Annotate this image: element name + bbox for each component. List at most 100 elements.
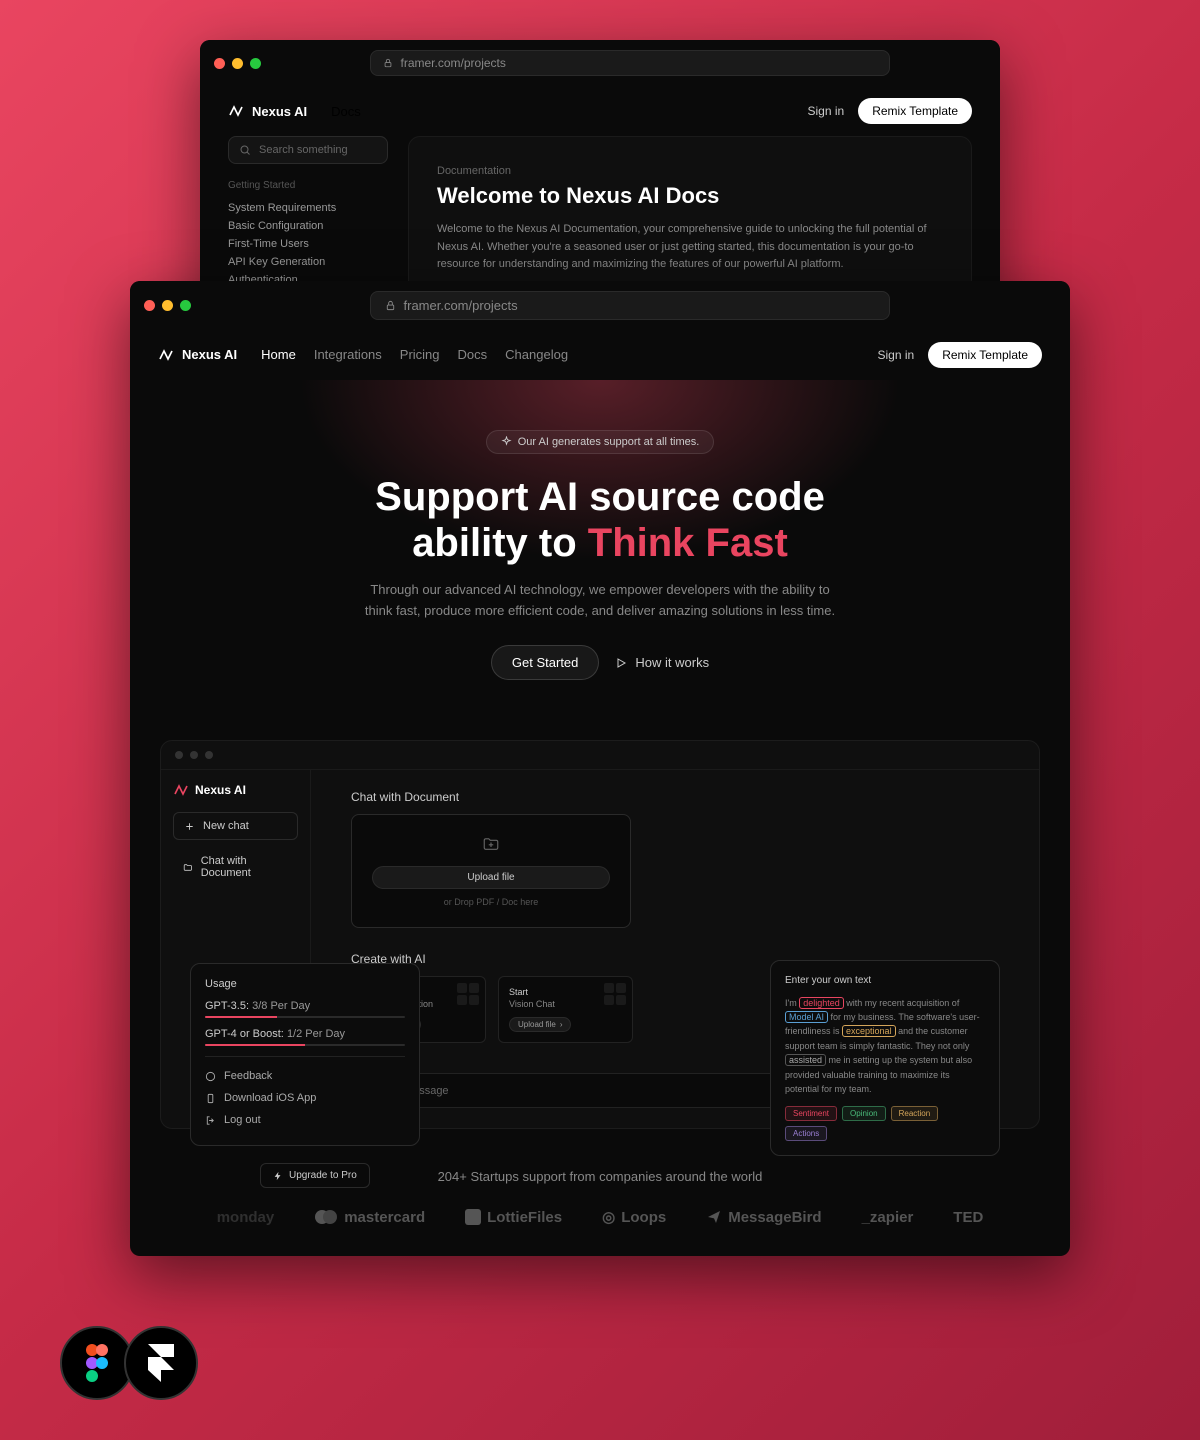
docs-title: Welcome to Nexus AI Docs xyxy=(437,183,943,209)
tag-reaction[interactable]: Reaction xyxy=(891,1106,939,1121)
nav-docs[interactable]: Docs xyxy=(458,347,488,362)
usage-panel: Usage GPT-3.5: 3/8 Per Day GPT-4 or Boos… xyxy=(190,963,420,1146)
lock-icon xyxy=(383,58,393,68)
brand-ted: TED xyxy=(953,1209,983,1226)
folder-icon xyxy=(183,862,193,873)
logo-icon xyxy=(158,347,174,363)
logout-button[interactable]: Log out xyxy=(205,1109,405,1131)
tag-actions[interactable]: Actions xyxy=(785,1126,827,1141)
docs-eyebrow: Documentation xyxy=(437,165,943,177)
brand-name: Nexus AI xyxy=(182,347,237,362)
remix-button[interactable]: Remix Template xyxy=(928,342,1042,368)
minimize-icon[interactable] xyxy=(162,300,173,311)
analyzed-text: I'm delighted with my recent acquisition… xyxy=(785,996,985,1097)
tag-sentiment[interactable]: Sentiment xyxy=(785,1106,837,1121)
landing-window: framer.com/projects Nexus AI Home Integr… xyxy=(130,281,1070,1257)
framer-icon xyxy=(148,1344,174,1382)
hero-subtitle: Through our advanced AI technology, we e… xyxy=(360,580,840,622)
url-text: framer.com/projects xyxy=(401,56,506,70)
signin-link[interactable]: Sign in xyxy=(877,348,914,362)
nav-home[interactable]: Home xyxy=(261,347,296,362)
dot-icon xyxy=(190,751,198,759)
feedback-button[interactable]: Feedback xyxy=(205,1065,405,1087)
loops-icon: ◎ xyxy=(602,1208,615,1226)
brand-lottie: LottieFiles xyxy=(465,1209,562,1226)
traffic-lights xyxy=(214,58,261,69)
tag-opinion[interactable]: Opinion xyxy=(842,1106,886,1121)
figma-badge[interactable] xyxy=(60,1326,134,1400)
highlight-sentiment: delighted xyxy=(799,997,844,1009)
highlight-action: assisted xyxy=(785,1054,826,1066)
url-bar[interactable]: framer.com/projects xyxy=(370,50,890,76)
bolt-icon xyxy=(273,1171,283,1181)
brand-name: Nexus AI xyxy=(252,104,307,119)
sparkle-icon xyxy=(501,436,512,447)
brand-mastercard: mastercard xyxy=(314,1209,425,1226)
dot-icon xyxy=(205,751,213,759)
new-chat-button[interactable]: New chat xyxy=(173,812,298,840)
sidebar-heading: Getting Started xyxy=(228,180,388,191)
upload-badge[interactable]: Upload file › xyxy=(509,1017,571,1032)
docs-tab[interactable]: Docs xyxy=(331,104,361,119)
brand-zapier: _zapier xyxy=(862,1209,914,1226)
get-started-button[interactable]: Get Started xyxy=(491,645,599,680)
sidebar-item[interactable]: System Requirements xyxy=(228,199,388,217)
figma-icon xyxy=(83,1343,111,1383)
brand-logo[interactable]: Nexus AI xyxy=(228,103,307,119)
signin-link[interactable]: Sign in xyxy=(807,104,844,118)
chevron-right-icon: › xyxy=(560,1020,563,1029)
usage-row: GPT-4 or Boost: 1/2 Per Day xyxy=(205,1028,405,1040)
upload-dropzone[interactable]: Upload file or Drop PDF / Doc here xyxy=(351,814,631,928)
vision-chat-card[interactable]: Start Vision Chat Upload file › xyxy=(498,976,633,1043)
nav-integrations[interactable]: Integrations xyxy=(314,347,382,362)
highlight-opinion: exceptional xyxy=(842,1025,896,1037)
hero-accent: Think Fast xyxy=(588,521,788,565)
bird-icon xyxy=(706,1209,722,1225)
brand-logo[interactable]: Nexus AI xyxy=(158,347,237,363)
minimize-icon[interactable] xyxy=(232,58,243,69)
how-it-works-button[interactable]: How it works xyxy=(615,655,709,670)
search-input[interactable]: Search something xyxy=(228,136,388,164)
close-icon[interactable] xyxy=(214,58,225,69)
window-chrome: framer.com/projects xyxy=(130,281,1070,330)
maximize-icon[interactable] xyxy=(180,300,191,311)
nav-pricing[interactable]: Pricing xyxy=(400,347,440,362)
plus-icon xyxy=(184,821,195,832)
close-icon[interactable] xyxy=(144,300,155,311)
usage-bar xyxy=(205,1044,405,1046)
upload-hint: or Drop PDF / Doc here xyxy=(372,897,610,907)
thumbnail-grid xyxy=(457,983,479,1005)
lottie-icon xyxy=(465,1209,481,1225)
logo-icon xyxy=(173,782,189,798)
panel-title: Enter your own text xyxy=(785,975,985,986)
upload-file-button[interactable]: Upload file xyxy=(372,866,610,889)
text-analysis-panel: Enter your own text I'm delighted with m… xyxy=(770,960,1000,1157)
url-bar[interactable]: framer.com/projects xyxy=(370,291,890,320)
maximize-icon[interactable] xyxy=(250,58,261,69)
hero-section: Our AI generates support at all times. S… xyxy=(130,380,1070,711)
logout-icon xyxy=(205,1115,216,1126)
search-placeholder: Search something xyxy=(259,144,348,156)
app-chrome xyxy=(161,741,1039,770)
hero-badge: Our AI generates support at all times. xyxy=(486,430,715,454)
ghost-label: How it works xyxy=(635,655,709,670)
upgrade-pro-button[interactable]: Upgrade to Pro xyxy=(260,1163,370,1188)
brand-monday: monday xyxy=(217,1209,275,1226)
sidebar-item[interactable]: Basic Configuration xyxy=(228,217,388,235)
badge-text: Our AI generates support at all times. xyxy=(518,436,700,448)
download-ios-button[interactable]: Download iOS App xyxy=(205,1087,405,1109)
docs-nav: Nexus AI Docs Sign in Remix Template xyxy=(200,86,1000,136)
logo-icon xyxy=(228,103,244,119)
nav-changelog[interactable]: Changelog xyxy=(505,347,568,362)
remix-button[interactable]: Remix Template xyxy=(858,98,972,124)
app-brand: Nexus AI xyxy=(173,782,298,798)
search-icon xyxy=(239,144,251,156)
sidebar-item[interactable]: First-Time Users xyxy=(228,235,388,253)
mastercard-icon xyxy=(314,1209,338,1225)
tag-row: Sentiment Opinion Reaction Actions xyxy=(785,1106,985,1141)
lock-icon xyxy=(385,300,396,311)
docs-description: Welcome to the Nexus AI Documentation, y… xyxy=(437,221,943,274)
chat-document-button[interactable]: Chat with Document xyxy=(173,848,298,886)
framer-badge[interactable] xyxy=(124,1326,198,1400)
sidebar-item[interactable]: API Key Generation xyxy=(228,253,388,271)
